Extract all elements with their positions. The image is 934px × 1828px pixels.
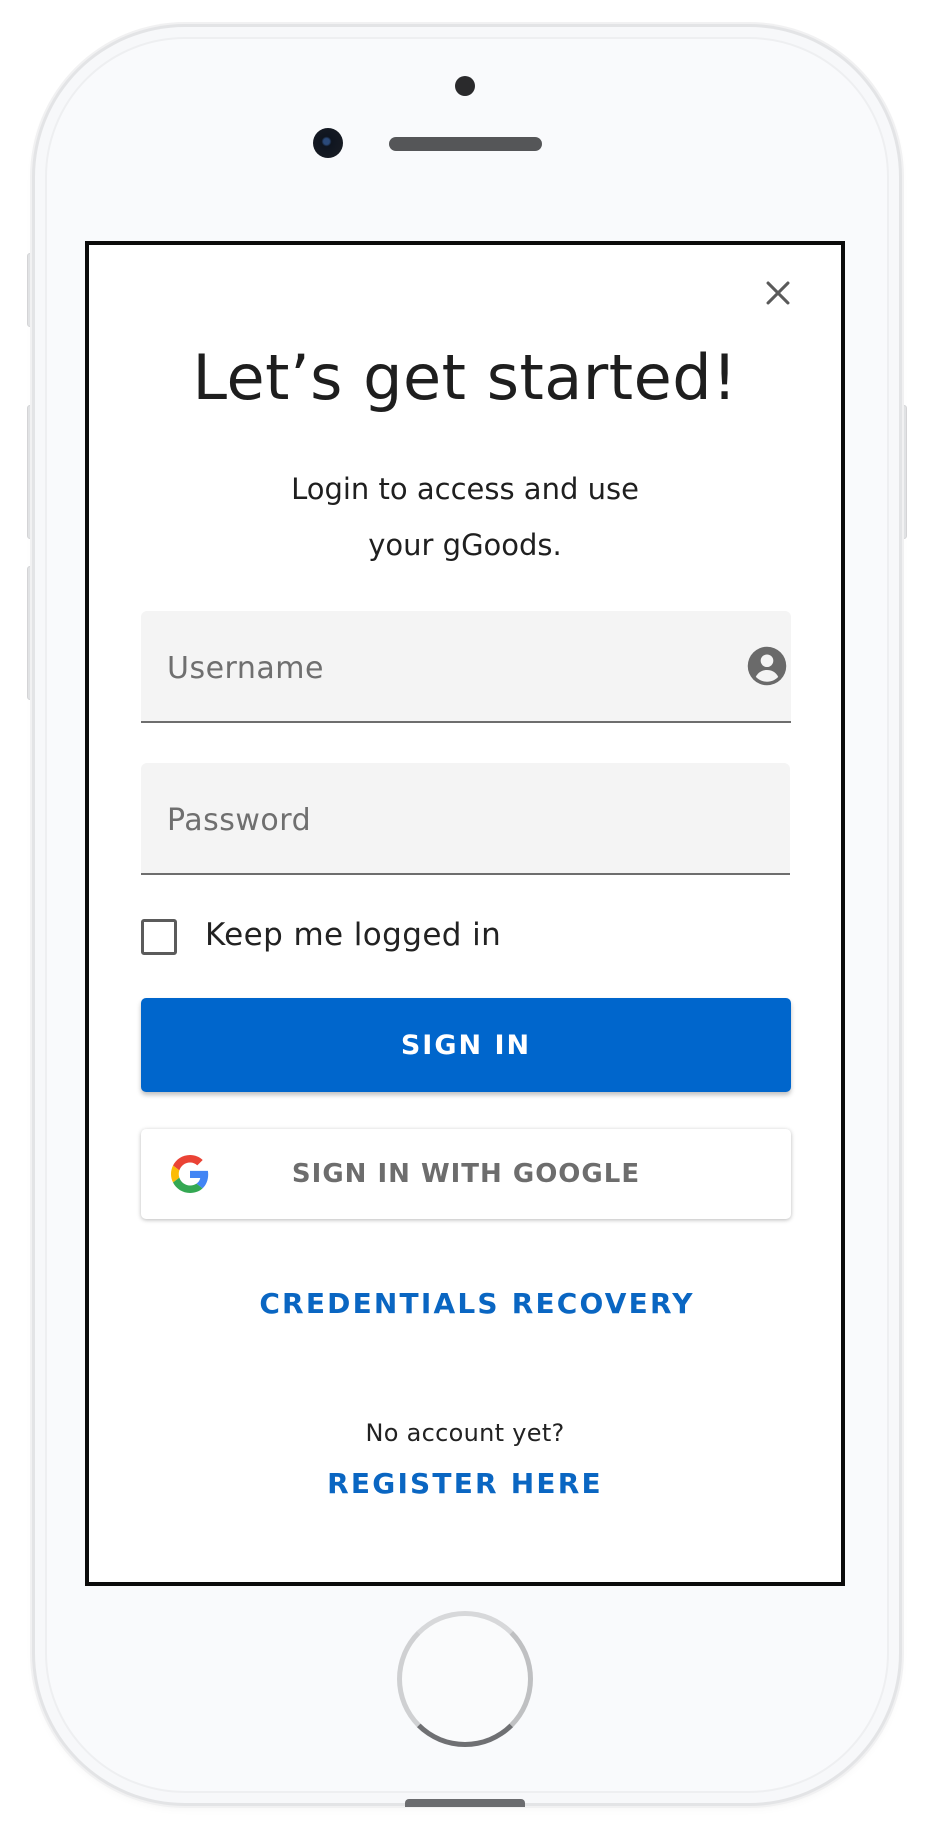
home-button[interactable] [397,1611,533,1747]
keep-logged-in-checkbox[interactable] [141,919,177,955]
register-link[interactable]: REGISTER HERE [89,1467,841,1500]
no-account-text: No account yet? [365,1419,565,1447]
credentials-recovery-link[interactable]: CREDENTIALS RECOVERY [89,1287,865,1320]
earpiece-speaker [389,137,542,151]
username-input[interactable] [165,645,689,691]
lightning-port [405,1799,525,1807]
stage: Let’s get started! Login to access and u… [0,0,934,1828]
login-dialog: Let’s get started! Login to access and u… [85,241,845,1586]
page-subtitle: Login to access and use your gGoods. [291,472,639,562]
sign-in-button[interactable]: SIGN IN [141,998,791,1092]
password-field[interactable] [141,763,790,875]
google-sign-in-button[interactable]: SIGN IN WITH GOOGLE [141,1129,791,1219]
account-circle-icon [747,646,787,686]
page-title: Let’s get started! [192,341,738,414]
username-field[interactable] [141,611,791,723]
sign-in-button-label: SIGN IN [400,1029,532,1061]
password-input[interactable] [165,797,689,843]
keep-logged-in-label[interactable]: Keep me logged in [205,917,501,953]
front-camera [313,128,343,158]
close-icon [766,281,790,305]
proximity-sensor [455,76,475,96]
google-sign-in-label: SIGN IN WITH GOOGLE [291,1159,641,1189]
close-button[interactable] [756,271,800,315]
